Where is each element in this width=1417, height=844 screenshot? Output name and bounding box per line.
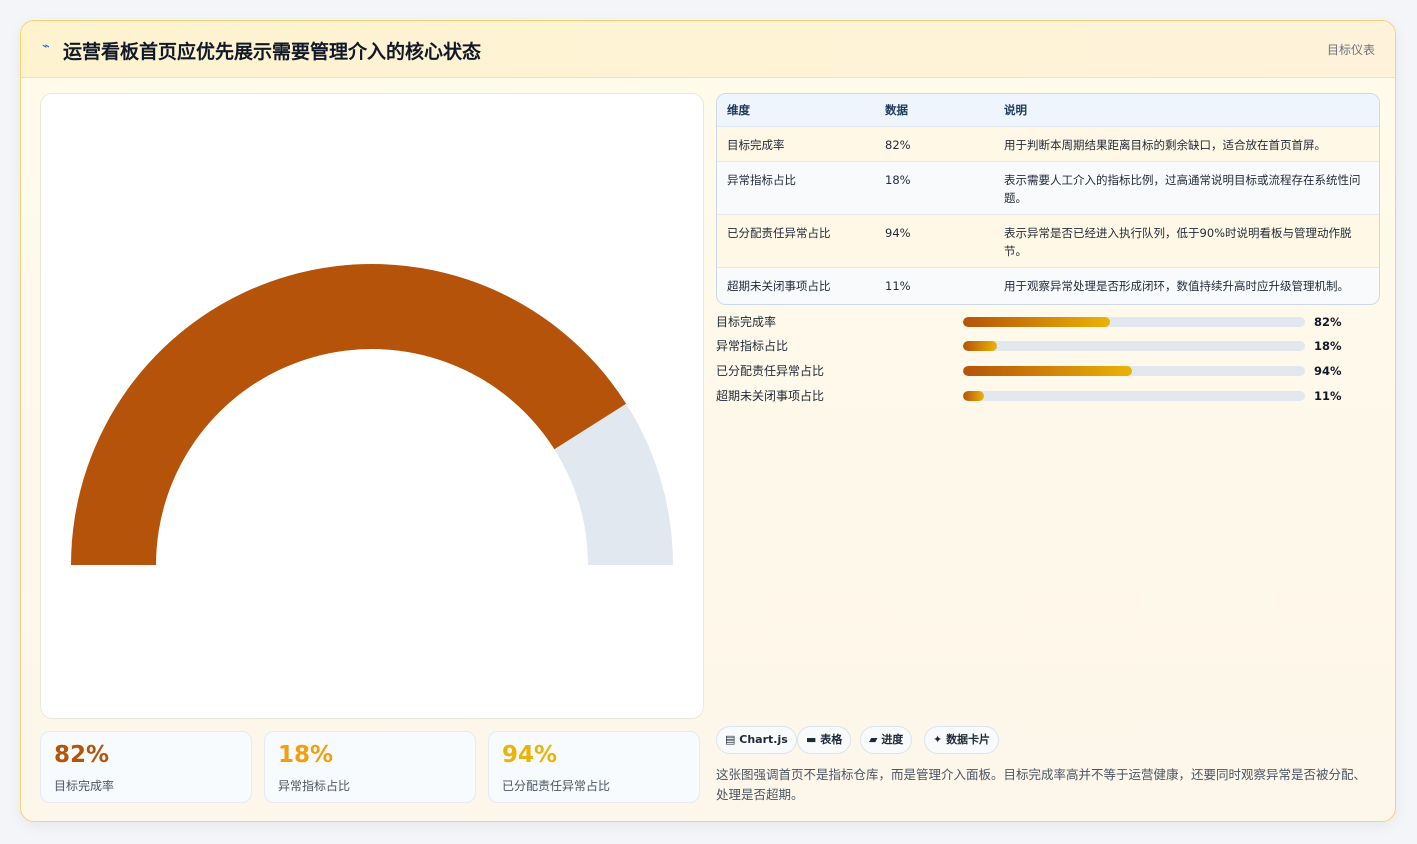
stat-label: 已分配责任异常占比 xyxy=(502,779,611,793)
table-cell: 18% xyxy=(885,173,911,187)
tag-label: 进度 xyxy=(881,733,904,746)
stat-card-anomaly: 18% 异常指标占比 xyxy=(264,731,476,803)
table-cell: 已分配责任异常占比 xyxy=(727,226,831,240)
table-cell: 用于观察异常处理是否形成闭环，数值持续升高时应升级管理机制。 xyxy=(1004,279,1349,293)
tag-data-card[interactable]: ✦ 数据卡片 xyxy=(924,726,1000,754)
progress-fill xyxy=(963,366,1133,376)
tag-label: 数据卡片 xyxy=(946,733,991,746)
progress-fill xyxy=(963,391,984,401)
progress-fill xyxy=(963,341,998,351)
tag-label: Chart.js xyxy=(739,733,788,746)
table-header-cell: 维度 xyxy=(727,103,750,117)
progress-fill xyxy=(963,317,1111,327)
progress-row: 已分配责任异常占比 94% xyxy=(716,362,1378,380)
table-cell: 11% xyxy=(885,279,911,293)
stat-label: 目标完成率 xyxy=(54,779,115,793)
progress-label: 目标完成率 xyxy=(716,315,777,329)
progress-row: 目标完成率 82% xyxy=(716,313,1378,331)
header-label: 目标仪表 xyxy=(1326,43,1375,57)
progress-value: 94% xyxy=(1314,364,1342,378)
table-cell: 用于判断本周期结果距离目标的剩余缺口，适合放在首页首屏。 xyxy=(1004,138,1326,152)
stat-card-completion: 82% 目标完成率 xyxy=(40,731,252,803)
lightning-icon: ⌁ xyxy=(42,39,50,54)
table-cell: 表示需要人工介入的指标比例，过高通常说明目标或流程存在系统性问题。 xyxy=(1004,173,1361,205)
progress-label: 超期未关闭事项占比 xyxy=(716,389,825,403)
progress-value: 11% xyxy=(1314,389,1342,403)
gauge-value-arc xyxy=(71,264,627,565)
table-icon: ▬ xyxy=(806,733,817,746)
table-row: 超期未关闭事项占比 11% 用于观察异常处理是否形成闭环，数值持续升高时应升级管… xyxy=(717,268,1379,304)
stat-label: 异常指标占比 xyxy=(278,779,351,793)
table-row: 目标完成率 82% 用于判断本周期结果距离目标的剩余缺口，适合放在首页首屏。 xyxy=(717,127,1379,162)
table-cell: 94% xyxy=(885,226,911,240)
table-cell: 异常指标占比 xyxy=(727,173,796,187)
summary-note: 这张图强调首页不是指标仓库，而是管理介入面板。目标完成率高并不等于运营健康，还要… xyxy=(716,767,1367,802)
gauge-chart-panel xyxy=(40,93,704,719)
table-cell: 82% xyxy=(885,138,911,152)
metrics-table: 维度 数据 说明 目标完成率 82% 用于判断本周期结果距离目标的剩余缺口，适合… xyxy=(716,93,1380,305)
table-header-row: 维度 数据 说明 xyxy=(717,94,1379,127)
card-header: ⌁ 运营看板首页应优先展示需要管理介入的核心状态 目标仪表 xyxy=(21,21,1395,78)
table-cell: 表示异常是否已经进入执行队列，低于90%时说明看板与管理动作脱节。 xyxy=(1004,226,1352,258)
table-row: 异常指标占比 18% 表示需要人工介入的指标比例，过高通常说明目标或流程存在系统… xyxy=(717,162,1379,215)
dashboard-card: ⌁ 运营看板首页应优先展示需要管理介入的核心状态 目标仪表 82% 目标完成率 … xyxy=(20,20,1396,822)
table-header-cell: 数据 xyxy=(885,103,908,117)
table-cell: 目标完成率 xyxy=(727,138,785,152)
progress-track xyxy=(963,391,1305,401)
table-row: 已分配责任异常占比 94% 表示异常是否已经进入执行队列，低于90%时说明看板与… xyxy=(717,215,1379,268)
stat-value: 82% xyxy=(54,742,110,768)
progress-track xyxy=(963,366,1305,376)
stat-value: 18% xyxy=(278,742,334,768)
progress-label: 异常指标占比 xyxy=(716,339,789,353)
page-title: 运营看板首页应优先展示需要管理介入的核心状态 xyxy=(63,41,482,63)
progress-label: 已分配责任异常占比 xyxy=(716,364,825,378)
progress-icon: ▰ xyxy=(869,733,878,746)
progress-value: 18% xyxy=(1314,339,1342,353)
gauge-chart xyxy=(71,264,673,565)
progress-value: 82% xyxy=(1314,315,1342,329)
progress-row: 异常指标占比 18% xyxy=(716,337,1378,355)
tag-progress[interactable]: ▰ 进度 xyxy=(860,726,913,754)
chart-icon: ▤ xyxy=(725,733,736,746)
table-cell: 超期未关闭事项占比 xyxy=(727,279,831,293)
tag-table[interactable]: ▬ 表格 xyxy=(797,726,852,754)
tag-chartjs[interactable]: ▤ Chart.js xyxy=(716,726,797,754)
table-header-cell: 说明 xyxy=(1004,103,1027,117)
progress-track xyxy=(963,317,1305,327)
progress-row: 超期未关闭事项占比 11% xyxy=(716,387,1378,405)
tag-label: 表格 xyxy=(820,733,843,746)
stat-value: 94% xyxy=(502,742,558,768)
sparkle-icon: ✦ xyxy=(933,733,943,746)
stat-card-assigned: 94% 已分配责任异常占比 xyxy=(488,731,700,803)
progress-track xyxy=(963,341,1305,351)
